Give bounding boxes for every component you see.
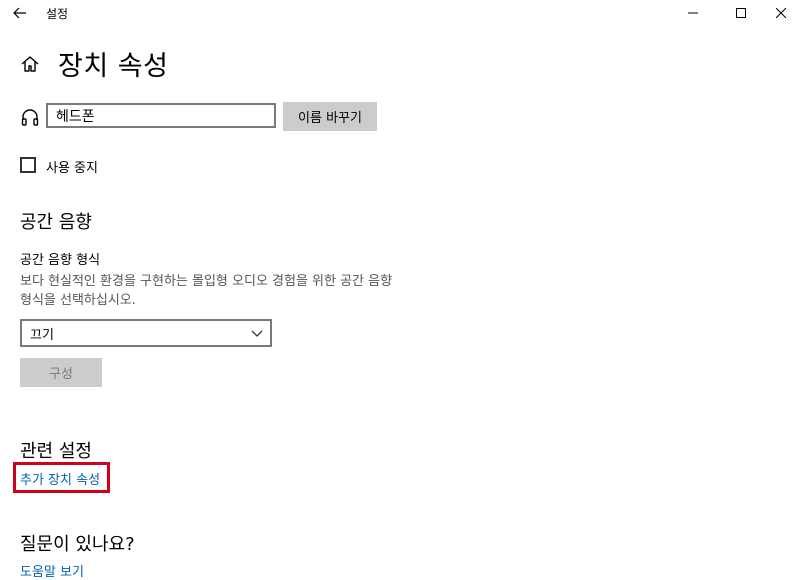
spatial-description: 보다 현실적인 환경을 구현하는 몰입형 오디오 경험을 위한 공간 음향 형식… (20, 272, 430, 310)
spatial-description-line2: 형식을 선택하십시오. (20, 293, 136, 308)
close-button[interactable] (758, 0, 800, 26)
help-heading: 질문이 있나요? (20, 534, 135, 555)
back-button[interactable] (0, 0, 40, 26)
home-icon[interactable] (20, 54, 40, 74)
spatial-format-dropdown[interactable]: 끄기 (20, 319, 272, 347)
disable-checkbox-label[interactable]: 사용 중지 (46, 157, 98, 176)
minimize-icon (688, 12, 698, 14)
disable-checkbox[interactable] (20, 157, 36, 173)
back-arrow-icon (13, 7, 26, 19)
related-settings-heading: 관련 설정 (20, 441, 92, 462)
spatial-description-line1: 보다 현실적인 환경을 구현하는 몰입형 오디오 경험을 위한 공간 음향 (20, 274, 393, 289)
maximize-icon (736, 8, 746, 18)
dropdown-selected-value: 끄기 (30, 327, 54, 343)
device-name-input[interactable] (46, 103, 276, 128)
rename-button[interactable]: 이름 바꾸기 (283, 102, 377, 131)
close-icon (776, 8, 786, 18)
configure-button[interactable]: 구성 (20, 358, 102, 387)
minimize-button[interactable] (670, 0, 716, 26)
chevron-down-icon (251, 330, 263, 337)
get-help-link[interactable]: 도움말 보기 (20, 561, 84, 580)
window-title: 설정 (46, 7, 69, 21)
additional-device-properties-link[interactable]: 추가 장치 속성 (20, 469, 100, 488)
headphones-icon (20, 107, 40, 127)
title-bar: 설정 (0, 0, 800, 26)
spatial-format-label: 공간 음향 형식 (20, 253, 101, 268)
page-title: 장치 속성 (58, 51, 169, 82)
spatial-sound-heading: 공간 음향 (20, 212, 92, 233)
